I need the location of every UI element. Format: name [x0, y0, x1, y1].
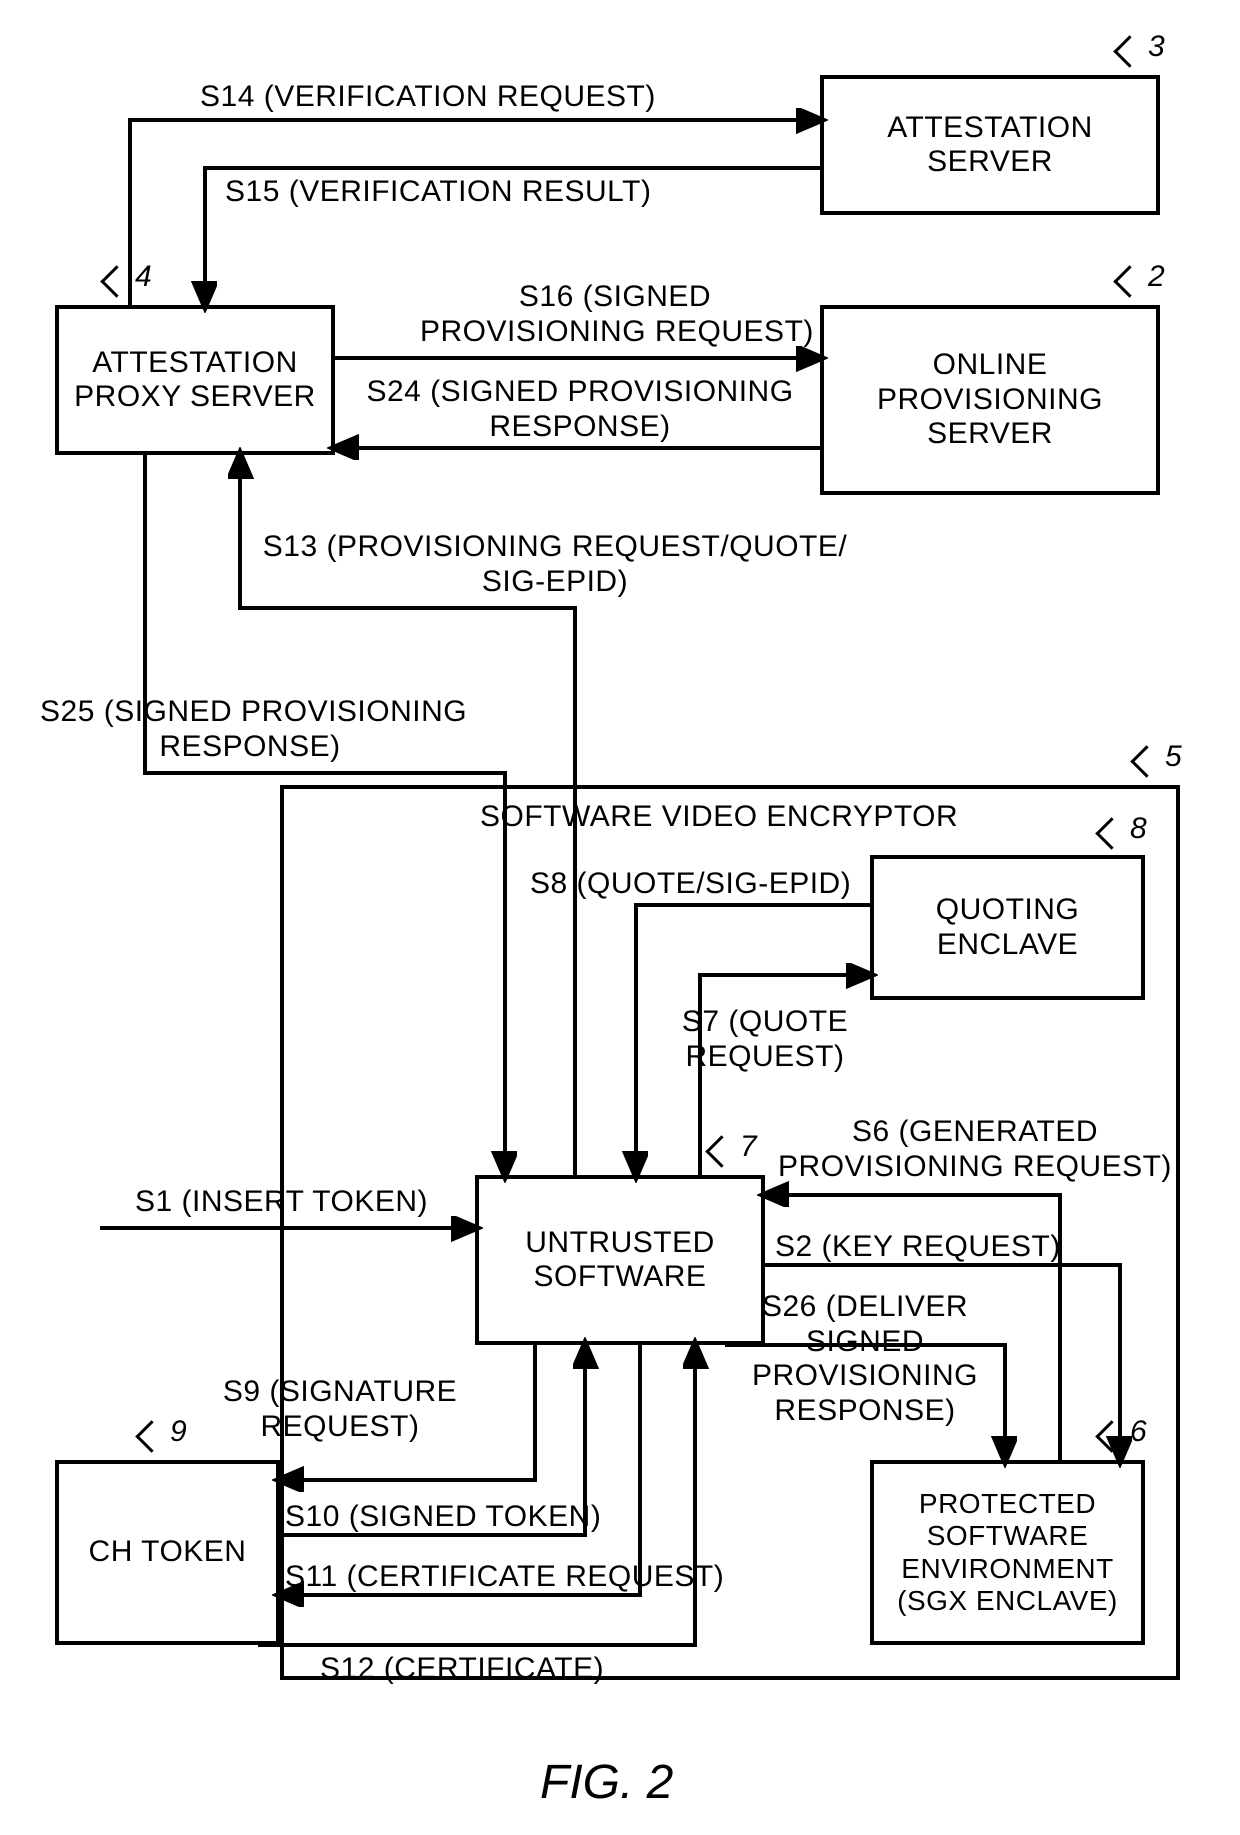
protected-software-environment-box: PROTECTED SOFTWARE ENVIRONMENT (SGX ENCL…: [870, 1460, 1145, 1645]
untrusted-software-ref: 7: [740, 1130, 757, 1164]
attestation-proxy-server-ref: 4: [135, 260, 152, 294]
quoting-enclave-box: QUOTING ENCLAVE: [870, 855, 1145, 1000]
s11-label: S11 (CERTIFICATE REQUEST): [285, 1560, 724, 1595]
s9-label: S9 (SIGNATURE REQUEST): [200, 1375, 480, 1444]
s6-label: S6 (GENERATED PROVISIONING REQUEST): [775, 1115, 1175, 1184]
s24-label: S24 (SIGNED PROVISIONING RESPONSE): [345, 375, 815, 444]
ref-tick: [1113, 265, 1146, 298]
ch-token-label: CH TOKEN: [89, 1535, 247, 1570]
s14-label: S14 (VERIFICATION REQUEST): [200, 80, 656, 115]
online-provisioning-server-label: ONLINE PROVISIONING SERVER: [830, 348, 1150, 452]
ref-tick: [135, 1420, 168, 1453]
attestation-server-box: ATTESTATION SERVER: [820, 75, 1160, 215]
online-provisioning-server-box: ONLINE PROVISIONING SERVER: [820, 305, 1160, 495]
ref-tick: [1130, 745, 1163, 778]
software-video-encryptor-ref: 5: [1165, 740, 1182, 774]
figure-caption: FIG. 2: [540, 1755, 673, 1810]
protected-software-environment-label: PROTECTED SOFTWARE ENVIRONMENT (SGX ENCL…: [880, 1488, 1135, 1617]
s8-label: S8 (QUOTE/SIG-EPID): [530, 867, 851, 902]
s13-label: S13 (PROVISIONING REQUEST/QUOTE/ SIG-EPI…: [250, 530, 860, 599]
ref-tick: [1113, 35, 1146, 68]
ref-tick: [100, 265, 133, 298]
quoting-enclave-label: QUOTING ENCLAVE: [880, 893, 1135, 962]
untrusted-software-label: UNTRUSTED SOFTWARE: [485, 1226, 755, 1295]
s1-label: S1 (INSERT TOKEN): [135, 1185, 428, 1220]
protected-software-environment-ref: 6: [1130, 1415, 1147, 1449]
attestation-proxy-server-box: ATTESTATION PROXY SERVER: [55, 305, 335, 455]
ch-token-ref: 9: [170, 1415, 187, 1449]
diagram-canvas: ATTESTATION SERVER 3 ONLINE PROVISIONING…: [0, 0, 1240, 1835]
attestation-server-ref: 3: [1148, 30, 1165, 64]
s26-label: S26 (DELIVER SIGNED PROVISIONING RESPONS…: [730, 1290, 1000, 1428]
s12-label: S12 (CERTIFICATE): [320, 1652, 604, 1687]
s15-label: S15 (VERIFICATION RESULT): [225, 175, 651, 210]
s25-label: S25 (SIGNED PROVISIONING RESPONSE): [40, 695, 460, 764]
software-video-encryptor-title: SOFTWARE VIDEO ENCRYPTOR: [480, 800, 958, 835]
ch-token-box: CH TOKEN: [55, 1460, 280, 1645]
s16-label: S16 (SIGNED PROVISIONING REQUEST): [420, 280, 810, 349]
untrusted-software-box: UNTRUSTED SOFTWARE: [475, 1175, 765, 1345]
s10-label: S10 (SIGNED TOKEN): [285, 1500, 601, 1535]
online-provisioning-server-ref: 2: [1148, 260, 1165, 294]
s2-label: S2 (KEY REQUEST): [775, 1230, 1061, 1265]
quoting-enclave-ref: 8: [1130, 812, 1147, 846]
s7-label: S7 (QUOTE REQUEST): [660, 1005, 870, 1074]
attestation-proxy-server-label: ATTESTATION PROXY SERVER: [65, 346, 325, 415]
attestation-server-label: ATTESTATION SERVER: [830, 111, 1150, 180]
